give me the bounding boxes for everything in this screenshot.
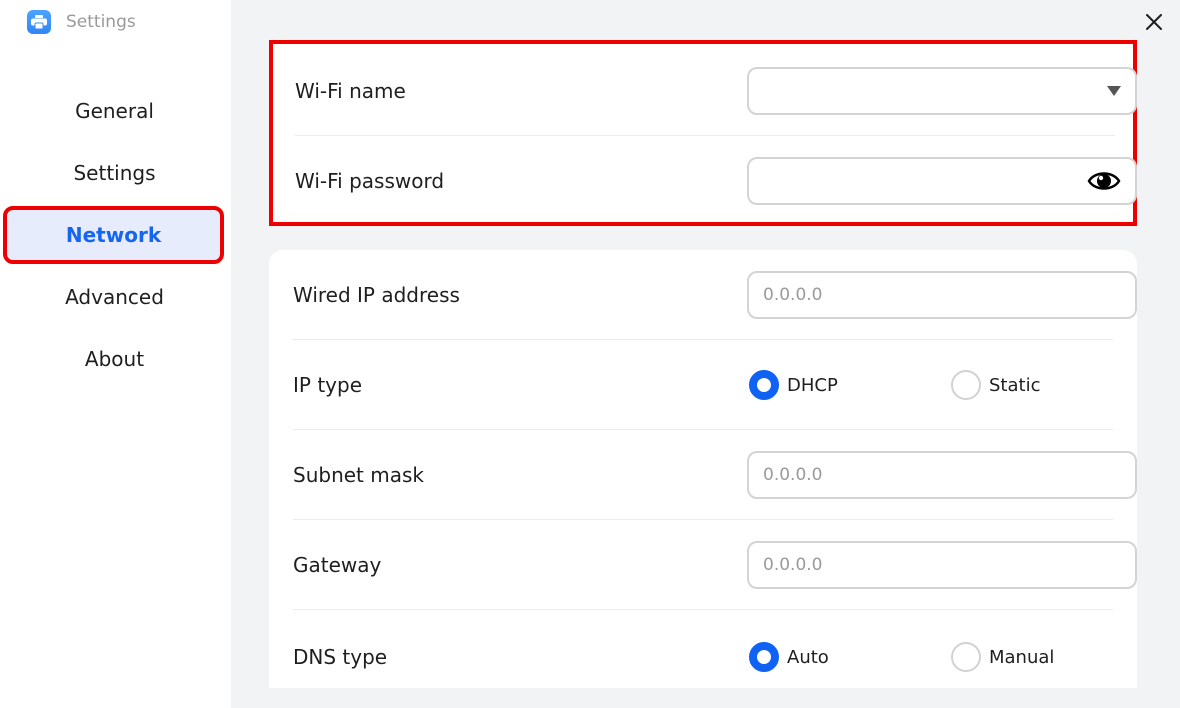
- ip-type-dhcp-label: DHCP: [787, 374, 838, 396]
- wired-ip-row: Wired IP address 0.0.0.0: [293, 250, 1137, 340]
- subnet-label: Subnet mask: [293, 463, 424, 487]
- subnet-row: Subnet mask 0.0.0.0: [293, 430, 1137, 520]
- dropdown-arrow-icon[interactable]: [1107, 86, 1121, 96]
- ip-type-static-label: Static: [989, 374, 1041, 396]
- subnet-placeholder: 0.0.0.0: [763, 465, 823, 485]
- dns-type-row: DNS type Auto Manual: [293, 612, 1113, 702]
- sidebar: Settings General Settings Network Advanc…: [0, 0, 231, 708]
- gateway-input[interactable]: 0.0.0.0: [747, 541, 1137, 589]
- radio-unchecked-icon: [951, 642, 981, 672]
- dns-type-manual-label: Manual: [989, 646, 1055, 668]
- dns-type-auto-radio[interactable]: Auto: [749, 642, 829, 672]
- radio-unchecked-icon: [951, 370, 981, 400]
- close-button[interactable]: [1142, 10, 1166, 34]
- eye-icon[interactable]: [1087, 170, 1121, 192]
- wifi-name-label: Wi-Fi name: [295, 79, 406, 103]
- wifi-password-row: Wi-Fi password: [295, 136, 1137, 226]
- wired-ip-input[interactable]: 0.0.0.0: [747, 271, 1137, 319]
- ip-type-static-radio[interactable]: Static: [951, 370, 1040, 400]
- dns-type-manual-radio[interactable]: Manual: [951, 642, 1054, 672]
- gateway-row: Gateway 0.0.0.0: [293, 520, 1137, 610]
- radio-checked-icon: [749, 370, 779, 400]
- settings-window: Settings General Settings Network Advanc…: [0, 0, 1180, 708]
- wired-ip-label: Wired IP address: [293, 283, 460, 307]
- app-title-bar: Settings: [27, 10, 136, 34]
- ip-type-row: IP type DHCP Static: [293, 340, 1113, 430]
- wired-settings-card: Wired IP address 0.0.0.0 IP type DHCP St…: [269, 250, 1137, 688]
- wifi-password-input[interactable]: [747, 157, 1137, 205]
- gateway-placeholder: 0.0.0.0: [763, 555, 823, 575]
- dns-type-label: DNS type: [293, 645, 388, 669]
- app-title: Settings: [66, 12, 136, 32]
- wifi-name-row: Wi-Fi name: [295, 46, 1137, 136]
- close-icon: [1146, 14, 1162, 30]
- sidebar-item-advanced[interactable]: Advanced: [9, 272, 220, 322]
- ip-type-label: IP type: [293, 373, 362, 397]
- printer-icon: [27, 10, 51, 34]
- radio-checked-icon: [749, 642, 779, 672]
- wired-ip-placeholder: 0.0.0.0: [763, 285, 823, 305]
- wifi-settings-card: Wi-Fi name Wi-Fi password: [269, 40, 1137, 226]
- sidebar-item-network[interactable]: Network: [3, 206, 224, 264]
- wifi-name-select[interactable]: [747, 67, 1137, 115]
- ip-type-dhcp-radio[interactable]: DHCP: [749, 370, 838, 400]
- dns-type-auto-label: Auto: [787, 646, 829, 668]
- sidebar-item-settings[interactable]: Settings: [9, 148, 220, 198]
- gateway-label: Gateway: [293, 553, 382, 577]
- sidebar-item-about[interactable]: About: [9, 334, 220, 384]
- sidebar-item-general[interactable]: General: [9, 86, 220, 136]
- wifi-password-label: Wi-Fi password: [295, 169, 445, 193]
- subnet-input[interactable]: 0.0.0.0: [747, 451, 1137, 499]
